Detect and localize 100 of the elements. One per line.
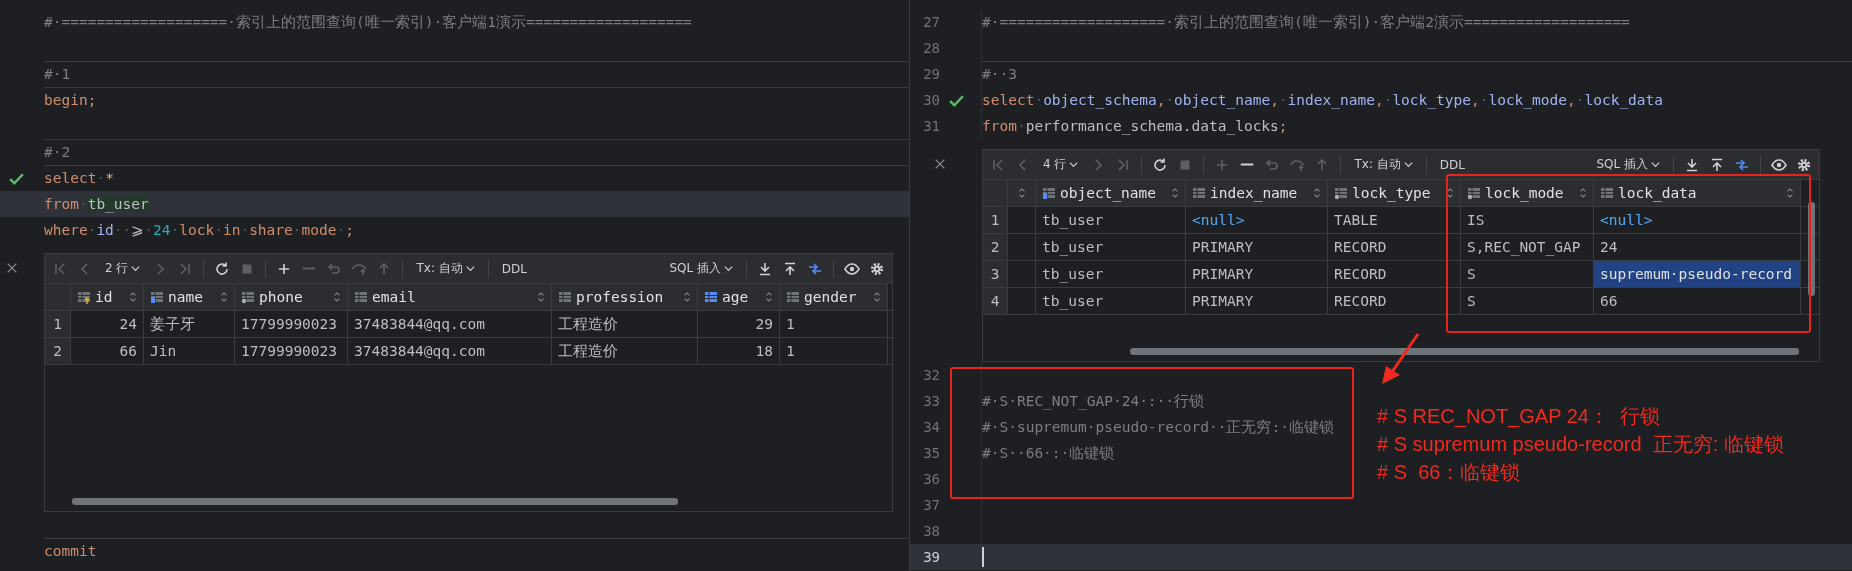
column-header[interactable]: email [348,284,552,310]
scrollbar-thumb[interactable] [1130,348,1799,355]
column-header[interactable]: age [698,284,780,310]
comment-line: #·S·supremum·pseudo-record··正无穷:·临键锁 [982,417,1334,437]
line-number: 30 [922,92,940,108]
table-cell[interactable]: PRIMARY [1186,261,1328,287]
code-line: where·id··⩾·24·lock·in·share·mode·; [44,222,354,238]
table-cell[interactable]: S,REC_NOT_GAP [1461,234,1594,260]
table-cell[interactable]: 24 [1594,234,1801,260]
caret-icon [1069,160,1079,169]
column-header[interactable]: profession [552,284,698,310]
column-header[interactable]: object_name [1036,180,1186,206]
table-cell[interactable]: tb_user [1036,207,1186,233]
sort-icon [1171,187,1179,199]
compare-icon [807,260,823,277]
column-header[interactable]: phone [235,284,348,310]
dropdown[interactable]: Tx: 自动 [1348,154,1419,175]
code-line: commit [44,543,97,559]
column-icon [558,290,572,304]
annotation-text: # S 66：临键锁 [1377,460,1522,485]
table-cell[interactable]: RECORD [1328,234,1461,260]
code-line: from·tb_user [44,196,149,212]
line-number: 38 [922,523,940,539]
table-cell[interactable]: 1 [780,311,888,337]
line-number: 37 [922,497,940,513]
minus-icon [1239,162,1256,167]
line-number: 32 [922,367,940,383]
table-cell[interactable]: tb_user [1036,261,1186,287]
column-header[interactable]: name [144,284,235,310]
row-number: 2 [45,338,71,364]
table-cell[interactable]: S [1461,288,1594,314]
dropdown[interactable]: Tx: 自动 [410,258,481,279]
scrollbar-thumb[interactable] [1808,202,1815,296]
table-cell[interactable]: IS [1461,207,1594,233]
table-cell[interactable]: tb_user [1036,288,1186,314]
table-cell[interactable]: RECORD [1328,261,1461,287]
table-cell[interactable]: 工程造价 [552,338,698,364]
column-icon [1192,186,1206,200]
table-cell[interactable]: 17799990023 [235,338,348,364]
annotation-text: # S REC_NOT_GAP 24： 行锁 [1377,404,1662,430]
line-number: 31 [922,118,940,134]
table-cell[interactable]: 24 [71,311,144,337]
table-cell[interactable]: 29 [698,311,780,337]
ddl-button[interactable]: DDL [495,259,533,278]
column-icon [1467,186,1481,200]
table-cell[interactable]: 66 [71,338,144,364]
dropdown[interactable]: 2 行 [99,258,147,279]
column-header[interactable]: lock_data [1594,180,1801,206]
dropdown[interactable]: SQL 插入 [663,258,739,279]
column-header[interactable]: index_name [1186,180,1328,206]
row-number: 1 [983,207,1008,233]
table-cell[interactable]: 17799990023 [235,311,348,337]
close-icon [933,157,947,171]
column-header[interactable]: gender [780,284,888,310]
dropdown[interactable]: 4 行 [1037,154,1085,175]
column-icon [354,290,368,304]
table-cell[interactable]: 姜子牙 [144,311,235,337]
comment-line: #·2 [44,144,71,160]
sort-icon [537,291,545,303]
table-cell[interactable]: 37483844@qq.com [348,338,552,364]
table-cell[interactable]: PRIMARY [1186,288,1328,314]
table-cell[interactable]: 37483844@qq.com [348,311,552,337]
table-cell[interactable]: Jin [144,338,235,364]
table-cell[interactable]: <null> [1594,207,1801,233]
first-page-icon [990,156,1006,173]
column-header[interactable]: id [71,284,144,310]
arrow [1382,333,1420,384]
dropdown[interactable]: SQL 插入 [1590,154,1666,175]
undo-icon [326,260,343,277]
sort-icon [873,291,881,303]
table-cell[interactable]: tb_user [1036,234,1186,260]
table-cell[interactable]: RECORD [1328,288,1461,314]
caret-icon [1651,160,1660,169]
table-cell[interactable]: 66 [1594,288,1801,314]
line-number: 39 [922,549,940,565]
column-icon [704,290,718,304]
code-line: begin; [44,92,97,108]
column-icon [1600,186,1614,200]
code-line: select·* [44,170,114,186]
scrollbar-thumb[interactable] [72,498,678,505]
upload-icon [1709,156,1725,173]
ddl-button[interactable]: DDL [1433,155,1471,174]
table-cell[interactable]: TABLE [1328,207,1461,233]
upload-icon [782,260,798,277]
column-header[interactable]: lock_mode [1461,180,1594,206]
table-cell[interactable]: <null> [1186,207,1328,233]
column-icon [786,290,800,304]
column-header[interactable]: lock_type [1328,180,1461,206]
sort-icon [1313,187,1321,199]
table-cell[interactable]: supremum·pseudo-record [1594,261,1801,287]
caret-icon [131,264,141,273]
sort-icon [1446,187,1454,199]
sort-icon [1017,187,1026,199]
column-header[interactable] [1008,180,1036,206]
settings-icon [869,260,885,277]
table-cell[interactable]: 18 [698,338,780,364]
code-line: from·performance_schema.data_locks; [982,118,1288,134]
table-cell[interactable]: 工程造价 [552,311,698,337]
table-cell[interactable]: 1 [780,338,888,364]
table-cell[interactable]: PRIMARY [1186,234,1328,260]
